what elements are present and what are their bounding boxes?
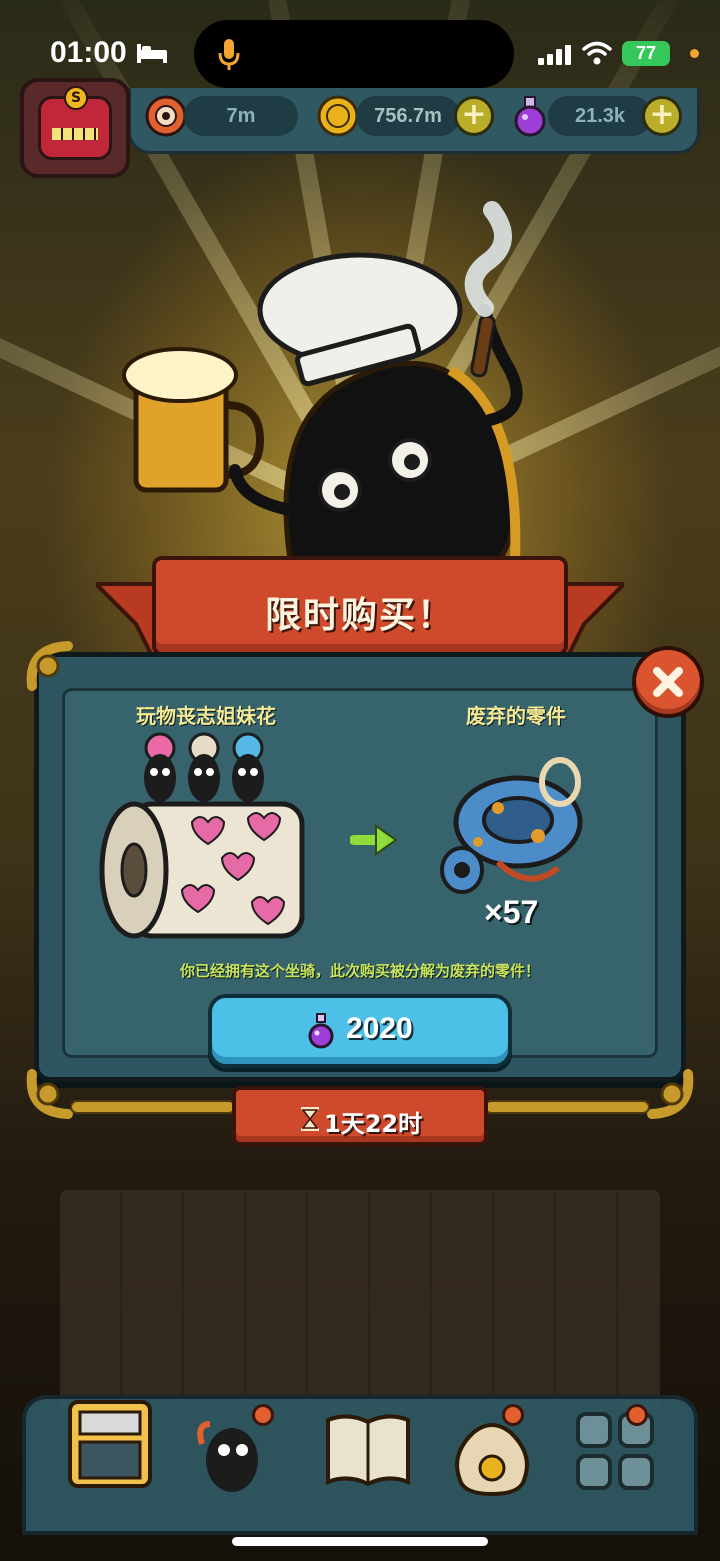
avatar-rank-badge: S — [64, 86, 88, 110]
offer-timer: 1天22时 — [232, 1086, 488, 1146]
duplicate-mount-notice: 你已经拥有这个坐骑，此次购买被分解为废弃的零件！ — [179, 962, 540, 980]
modal-bottom-rail-left — [70, 1100, 236, 1114]
potion-icon — [308, 1013, 334, 1049]
scrap-parts-count: ×57 — [484, 894, 539, 930]
left-item-name: 玩物丧志姐妹花 — [136, 704, 276, 728]
player-avatar[interactable]: S — [20, 78, 130, 178]
toilet-roll-mount-icon — [99, 732, 305, 939]
close-button[interactable] — [632, 646, 704, 718]
battery-indicator: 77 — [622, 41, 670, 66]
avatar-teeth — [52, 128, 98, 140]
modal-bottom-rail-right — [484, 1100, 650, 1114]
privacy-indicator-dot — [690, 49, 699, 58]
cellular-signal-icon — [538, 45, 571, 65]
scrap-parts-icon — [440, 757, 583, 894]
kitchen-floor — [60, 1190, 660, 1410]
offer-title: 限时购买！ — [264, 595, 455, 636]
nav-more-notification-dot — [626, 1404, 648, 1426]
right-item-name: 废弃的零件 — [466, 704, 566, 728]
status-time: 01:00 — [50, 36, 127, 69]
buy-price: 2020 — [346, 1012, 413, 1045]
home-indicator[interactable] — [232, 1537, 488, 1546]
wifi-icon — [582, 41, 612, 65]
potion-icon — [514, 96, 546, 137]
corner-ornament-top-left — [26, 641, 73, 691]
nav-money-bag-icon[interactable] — [444, 1404, 540, 1500]
buy-button[interactable]: 2020 — [208, 994, 512, 1068]
potion-currency-value: 21.3k — [548, 96, 652, 136]
arrow-right-icon — [350, 824, 398, 856]
offer-banner: 限时购买！ — [152, 556, 568, 656]
add-coins-button[interactable]: + — [454, 96, 494, 136]
nav-money-bag-notification-dot — [502, 1404, 524, 1426]
nav-more-grid-icon[interactable] — [568, 1404, 664, 1500]
eye-icon — [145, 95, 187, 137]
eye-currency-value: 7m — [184, 96, 298, 136]
microphone-icon — [218, 39, 240, 70]
add-potions-button[interactable]: + — [642, 96, 682, 136]
coin-icon — [317, 95, 359, 137]
sleep-focus-icon — [137, 44, 167, 63]
offer-timer-value: 1天22时 — [324, 1110, 423, 1138]
hourglass-icon — [301, 1107, 319, 1131]
nav-shop-building-icon[interactable] — [62, 1396, 158, 1492]
nav-characters-notification-dot — [252, 1404, 274, 1426]
chef-character-illustration — [122, 201, 523, 563]
close-icon — [653, 667, 683, 697]
nav-recipe-book-icon[interactable] — [320, 1404, 416, 1500]
coin-currency-value: 756.7m — [356, 96, 460, 136]
dynamic-island — [194, 20, 514, 88]
